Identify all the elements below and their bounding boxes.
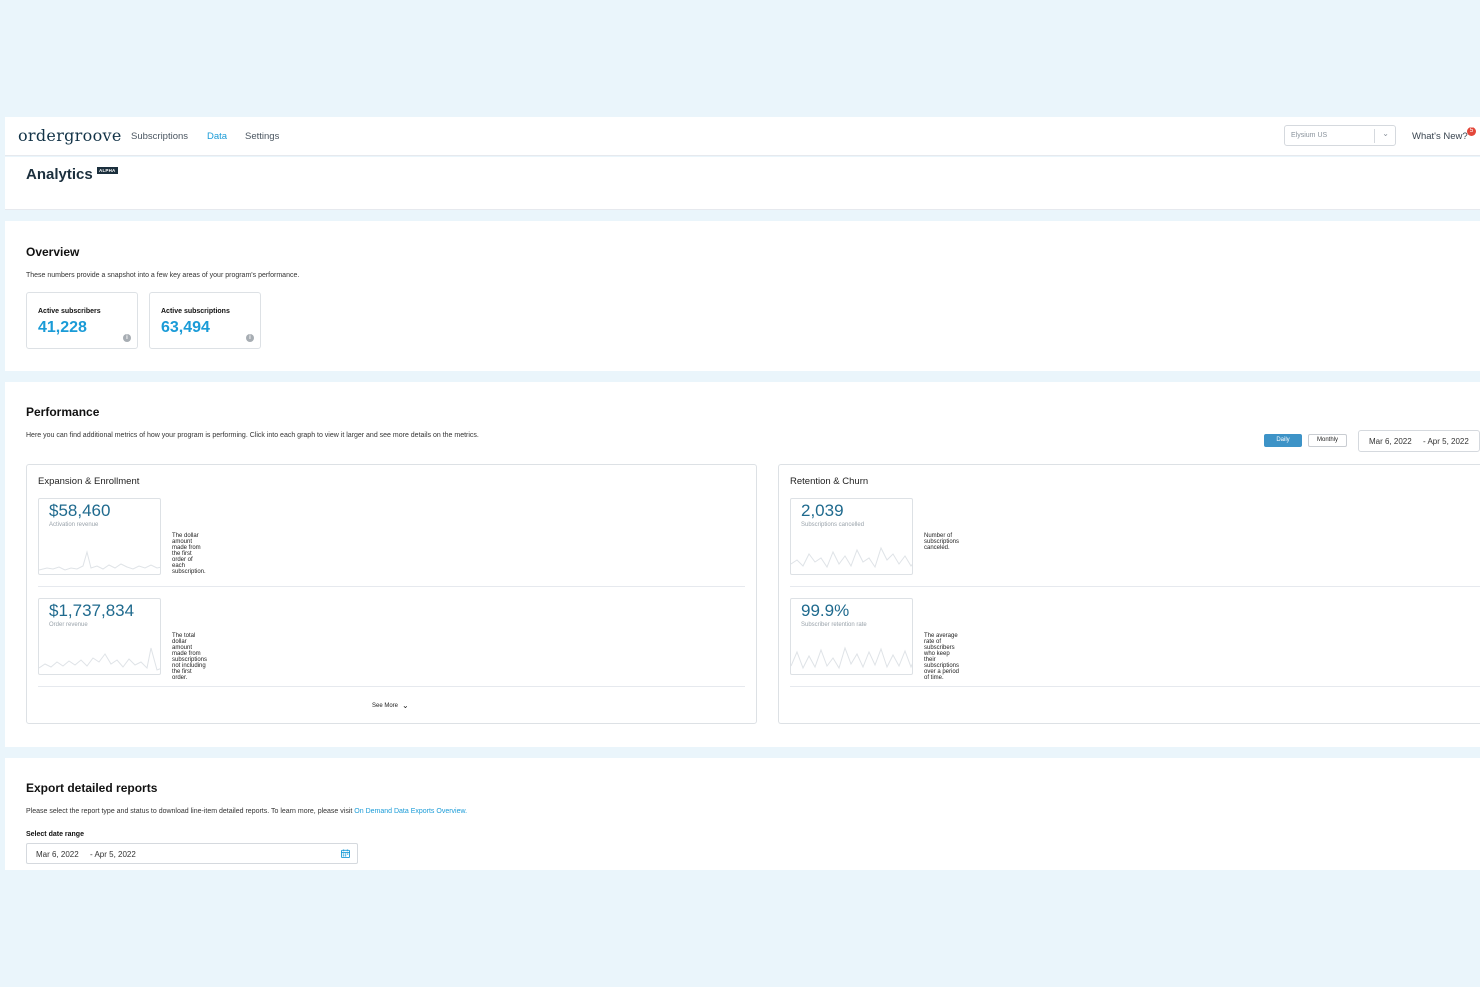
metric-mini-chart-card[interactable]: 99.9% Subscriber retention rate bbox=[790, 598, 913, 675]
metric-label: Order revenue bbox=[49, 622, 88, 628]
stat-card-active-subscribers[interactable]: Active subscribers 41,228 i bbox=[26, 292, 138, 349]
row-divider bbox=[38, 686, 745, 687]
metric-label: Activation revenue bbox=[49, 522, 99, 528]
chevron-down-icon: ⌄ bbox=[1382, 129, 1389, 138]
metric-value: $1,737,834 bbox=[49, 601, 135, 620]
overview-section: Overview These numbers provide a snapsho… bbox=[5, 221, 1480, 371]
page-header: Analytics ALPHA bbox=[5, 157, 1480, 210]
info-icon[interactable]: i bbox=[123, 334, 131, 342]
stat-label: Active subscribers bbox=[38, 308, 101, 315]
metric-description: Number of subscriptions canceled. bbox=[924, 533, 960, 551]
row-divider bbox=[790, 686, 1480, 687]
metric-value: $58,460 bbox=[49, 501, 111, 520]
date-end: - Apr 5, 2022 bbox=[90, 850, 136, 859]
export-description: Please select the report type and status… bbox=[26, 808, 467, 815]
expansion-enrollment-card: Expansion & Enrollment $58,460 Activatio… bbox=[26, 464, 757, 724]
export-section: Export detailed reports Please select th… bbox=[5, 758, 1480, 870]
metric-mini-chart-card[interactable]: $1,737,834 Order revenue bbox=[38, 598, 161, 675]
top-nav-bar: ordergroove Subscriptions Data Settings … bbox=[5, 117, 1480, 156]
calendar-icon[interactable] bbox=[341, 849, 350, 858]
row-divider bbox=[38, 586, 745, 587]
performance-date-range[interactable]: Mar 6, 2022 - Apr 5, 2022 bbox=[1358, 430, 1480, 452]
store-selector[interactable]: Elysium US ⌄ bbox=[1284, 125, 1396, 146]
metric-description: The total dollar amount made from subscr… bbox=[172, 633, 208, 681]
metric-description: The dollar amount made from the first or… bbox=[172, 533, 206, 575]
export-heading: Export detailed reports bbox=[26, 781, 158, 795]
row-divider bbox=[790, 586, 1480, 587]
info-icon[interactable]: i bbox=[246, 334, 254, 342]
retention-churn-card: Retention & Churn 2,039 Subscriptions ca… bbox=[778, 464, 1480, 724]
sparkline-chart bbox=[39, 647, 160, 671]
page-title: Analytics bbox=[26, 166, 93, 183]
performance-section: Performance Here you can find additional… bbox=[5, 382, 1480, 747]
metric-label: Subscriptions cancelled bbox=[801, 522, 865, 528]
store-select-value: Elysium US bbox=[1291, 132, 1328, 139]
see-more-label: See More bbox=[372, 703, 399, 709]
stat-value: 41,228 bbox=[38, 319, 87, 336]
export-description-text: Please select the report type and status… bbox=[26, 808, 355, 815]
select-divider bbox=[1374, 129, 1375, 143]
ordergroove-logo[interactable]: ordergroove bbox=[18, 126, 122, 145]
date-start: Mar 6, 2022 bbox=[36, 850, 79, 859]
data-exports-overview-link[interactable]: On Demand Data Exports Overview. bbox=[354, 808, 467, 815]
metric-mini-chart-card[interactable]: $58,460 Activation revenue bbox=[38, 498, 161, 575]
chevron-down-icon: ⌄ bbox=[402, 701, 409, 710]
performance-description: Here you can find additional metrics of … bbox=[26, 432, 479, 439]
alpha-badge: ALPHA bbox=[97, 167, 118, 174]
nav-settings[interactable]: Settings bbox=[245, 131, 279, 142]
sparkline-chart bbox=[791, 546, 912, 569]
date-range-label: Select date range bbox=[26, 831, 84, 838]
group-title: Expansion & Enrollment bbox=[38, 476, 140, 487]
metric-description: The average rate of subscribers who keep… bbox=[924, 633, 960, 681]
metric-value: 99.9% bbox=[801, 601, 850, 620]
see-more-button[interactable]: See More ⌄ bbox=[372, 700, 409, 710]
metric-value: 2,039 bbox=[801, 501, 844, 520]
nav-subscriptions[interactable]: Subscriptions bbox=[131, 131, 188, 142]
whats-new-link[interactable]: What's New? bbox=[1412, 131, 1468, 142]
notification-badge: 5 bbox=[1467, 127, 1476, 136]
export-date-range-input[interactable]: Mar 6, 2022 - Apr 5, 2022 bbox=[26, 843, 358, 864]
sparkline-chart bbox=[39, 550, 160, 571]
toggle-monthly-button[interactable]: Monthly bbox=[1308, 434, 1347, 447]
overview-heading: Overview bbox=[26, 245, 80, 259]
sparkline-chart bbox=[791, 646, 912, 670]
group-title: Retention & Churn bbox=[790, 476, 869, 487]
date-start: Mar 6, 2022 bbox=[1369, 437, 1412, 446]
performance-heading: Performance bbox=[26, 405, 100, 419]
overview-description: These numbers provide a snapshot into a … bbox=[26, 272, 300, 279]
metric-mini-chart-card[interactable]: 2,039 Subscriptions cancelled bbox=[790, 498, 913, 575]
nav-data[interactable]: Data bbox=[207, 131, 227, 142]
date-end: - Apr 5, 2022 bbox=[1423, 437, 1469, 446]
stat-value: 63,494 bbox=[161, 319, 210, 336]
toggle-daily-button[interactable]: Daily bbox=[1264, 434, 1302, 447]
stat-card-active-subscriptions[interactable]: Active subscriptions 63,494 i bbox=[149, 292, 261, 349]
stat-label: Active subscriptions bbox=[161, 308, 230, 315]
metric-label: Subscriber retention rate bbox=[801, 622, 867, 628]
